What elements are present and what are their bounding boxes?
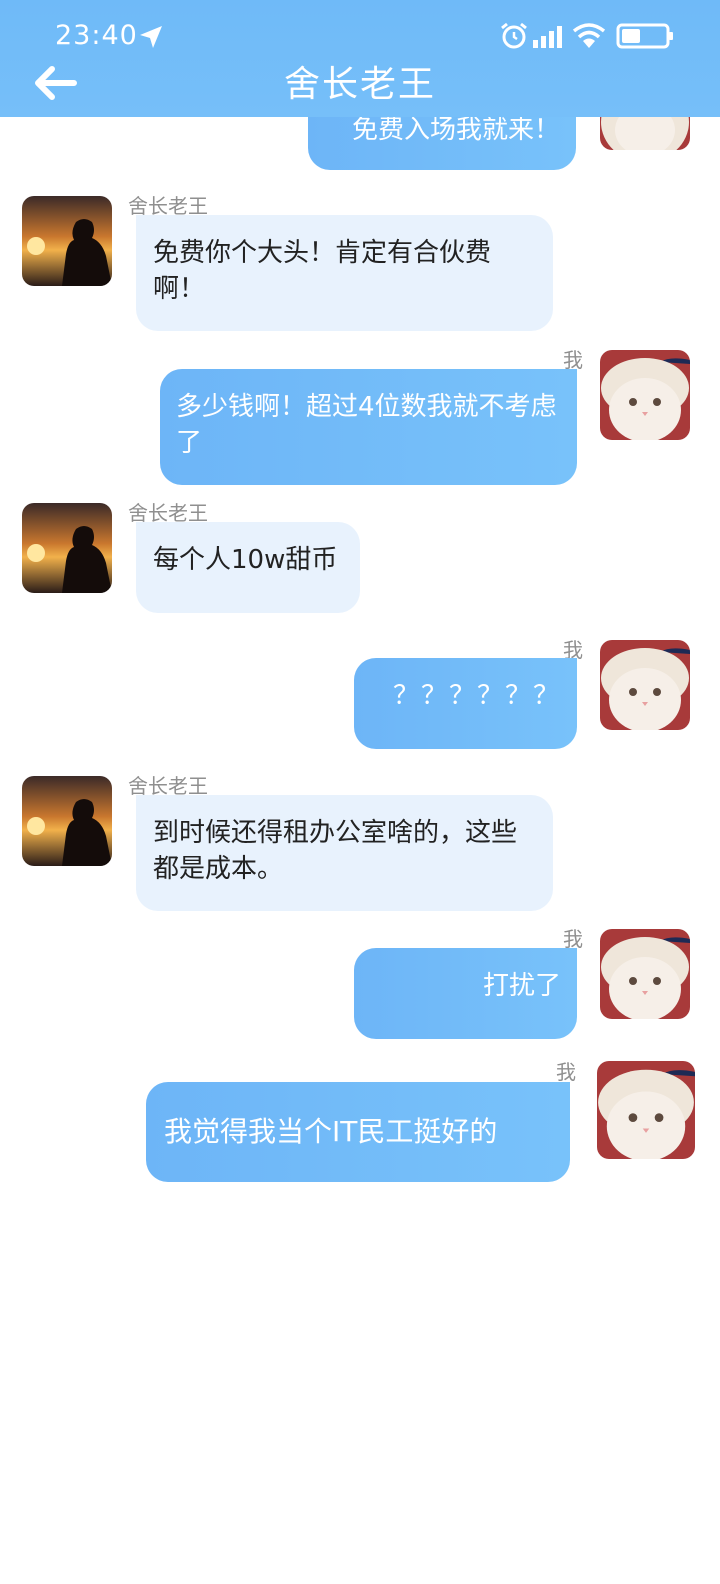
status-time: 23:40 — [55, 20, 138, 51]
wifi-icon — [572, 23, 606, 48]
message-text: 每个人10w甜币 — [153, 545, 338, 575]
chat-title: 舍长老王 — [283, 64, 436, 105]
app-header: 23:40 舍长老王 — [0, 0, 720, 117]
message-bubble-outgoing[interactable]: ？？？？？？ — [354, 658, 577, 749]
my-avatar[interactable] — [600, 350, 690, 440]
message-list[interactable]: 免费入场我就来！ 舍长老王 免费你个大头！肯定有合伙费啊！ 我 多少钱啊！超过4… — [0, 0, 720, 1584]
alarm-icon — [501, 22, 527, 49]
message-bubble-outgoing[interactable]: 我觉得我当个IT民工挺好的 — [146, 1082, 570, 1182]
message-text: 多少钱啊！超过4位数我就不考虑了 — [176, 392, 557, 458]
my-avatar[interactable] — [597, 1061, 695, 1159]
message-text: 到时候还得租办公室啥的，这些都是成本。 — [153, 818, 518, 884]
message-bubble-incoming[interactable]: 到时候还得租办公室啥的，这些都是成本。 — [136, 795, 553, 911]
chat-screen: 免费入场我就来！ 舍长老王 免费你个大头！肯定有合伙费啊！ 我 多少钱啊！超过4… — [0, 0, 720, 1584]
contact-avatar[interactable] — [22, 196, 112, 286]
contact-avatar[interactable] — [22, 776, 112, 866]
message-text: 免费入场我就来！ — [351, 115, 560, 145]
my-avatar[interactable] — [600, 929, 690, 1019]
message-bubble-outgoing[interactable]: 多少钱啊！超过4位数我就不考虑了 — [160, 369, 577, 485]
contact-avatar[interactable] — [22, 503, 112, 593]
status-icons — [500, 22, 680, 52]
location-arrow-icon — [140, 26, 162, 48]
message-bubble-incoming[interactable]: 免费你个大头！肯定有合伙费啊！ — [136, 215, 553, 331]
battery-icon — [616, 23, 673, 49]
my-avatar[interactable] — [600, 640, 690, 730]
message-bubble-incoming[interactable]: 每个人10w甜币 — [136, 522, 360, 613]
message-text: ？？？？？？ — [392, 681, 561, 711]
message-text: 免费你个大头！肯定有合伙费啊！ — [153, 238, 492, 304]
message-text: 我觉得我当个IT民工挺好的 — [164, 1115, 498, 1148]
message-text: 打扰了 — [482, 971, 561, 1001]
sender-name: 我 — [556, 1060, 576, 1084]
message-bubble-outgoing[interactable]: 打扰了 — [354, 948, 577, 1039]
signal-icon — [533, 26, 562, 48]
